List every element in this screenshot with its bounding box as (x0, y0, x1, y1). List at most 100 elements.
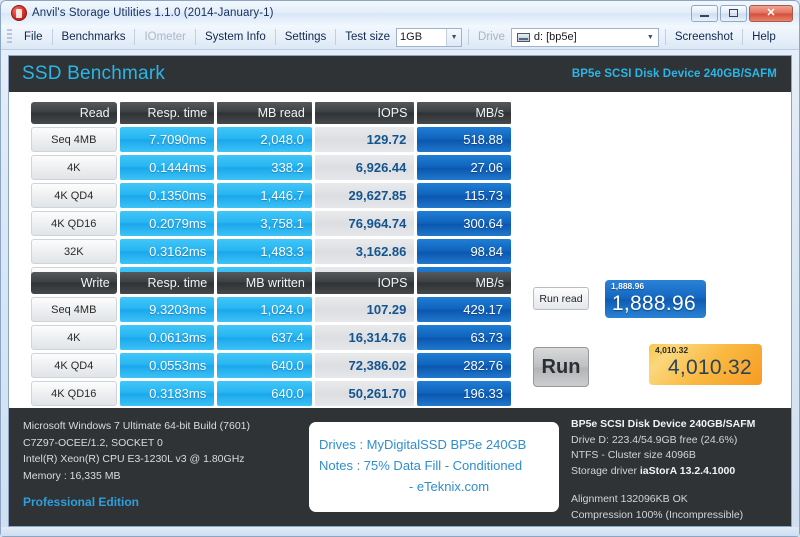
minimize-icon (700, 15, 709, 17)
menu-help[interactable]: Help (743, 28, 785, 46)
drive-fs-line: NTFS - Cluster size 4096B (571, 449, 696, 461)
drive-label: Drive (478, 31, 505, 43)
title-bar: Anvil's Storage Utilities 1.1.0 (2014-Ja… (1, 1, 799, 25)
row-label: 4K QD16 (31, 381, 117, 406)
close-icon: ✕ (766, 6, 776, 19)
table-row: Seq 4MB 9.3203ms 1,024.0 107.29 429.17 (31, 297, 511, 322)
cell-iops: 3,162.86 (314, 239, 415, 264)
status-bar (1, 527, 799, 536)
cell-iops: 72,386.02 (314, 353, 415, 378)
table-row: 4K 0.1444ms 338.2 6,926.44 27.06 (31, 155, 511, 180)
test-size-value: 1GB (400, 31, 423, 43)
table-row: 4K QD16 0.3183ms 640.0 50,261.70 196.33 (31, 381, 511, 406)
notes-card[interactable]: Drives : MyDigitalSSD BP5e 240GB Notes :… (309, 422, 559, 512)
driver-value: iaStorA 13.2.4.1000 (639, 464, 736, 477)
driver-label: Storage driver (571, 464, 637, 477)
run-button[interactable]: Run (533, 347, 589, 387)
test-size-label: Test size (345, 31, 391, 43)
drive-select[interactable]: d: [bp5e] ▼ (510, 27, 659, 47)
benchmark-banner: SSD Benchmark BP5e SCSI Disk Device 240G… (9, 56, 791, 92)
menu-system-info[interactable]: System Info (196, 28, 275, 46)
drive-free-line: Drive D: 223.4/54.9GB free (24.6%) (571, 433, 738, 446)
menu-iometer: IOmeter (144, 31, 186, 43)
memory-line: Memory : 16,335 MB (23, 469, 121, 482)
table-row: 4K QD4 0.0553ms 640.0 72,386.02 282.76 (31, 353, 511, 378)
cell-resp-time: 0.2079ms (119, 211, 215, 236)
toolbar-grip[interactable] (7, 29, 12, 45)
col-header-write: Write (31, 272, 117, 294)
menu-file[interactable]: File (15, 28, 52, 46)
cell-mbs: 115.73 (417, 183, 511, 208)
minimize-button[interactable] (691, 4, 718, 22)
row-label: Seq 4MB (31, 297, 117, 322)
menu-settings[interactable]: Settings (276, 28, 336, 46)
run-read-button[interactable]: Run read (533, 287, 589, 310)
cell-resp-time: 0.3162ms (119, 239, 215, 264)
row-label: Seq 4MB (31, 127, 117, 152)
maximize-icon (729, 9, 738, 17)
cell-mbs: 518.88 (417, 127, 511, 152)
notes-source-line: - eTeknix.com (408, 479, 490, 494)
table-header-row: Read Resp. time MB read IOPS MB/s (31, 102, 511, 124)
notes-drives-line: Drives : MyDigitalSSD BP5e 240GB (319, 437, 527, 452)
cell-mb-written: 640.0 (217, 381, 312, 406)
cell-iops: 129.72 (314, 127, 415, 152)
window-title: Anvil's Storage Utilities 1.1.0 (2014-Ja… (32, 7, 274, 19)
col-header-mbs: MB/s (417, 272, 511, 294)
drive-info-block: BP5e SCSI Disk Device 240GB/SAFM Drive D… (559, 408, 791, 526)
read-score-small: 1,888.96 (611, 281, 645, 291)
total-score-badge: 4,010.32 4,010.32 (649, 344, 762, 385)
table-header-row: Write Resp. time MB written IOPS MB/s (31, 272, 511, 294)
notes-notes-line: Notes : 75% Data Fill - Conditioned (319, 458, 523, 473)
drive-driver-line: Storage driver iaStorA 13.2.4.1000 (571, 464, 791, 480)
board-line: C7Z97-OCEE/1.2, SOCKET 0 (23, 436, 163, 449)
cell-resp-time: 7.7090ms (119, 127, 215, 152)
row-label: 4K (31, 325, 117, 350)
total-score-value: 4,010.32 (667, 356, 752, 379)
cell-mb-written: 640.0 (217, 353, 312, 378)
cell-iops: 107.29 (314, 297, 415, 322)
col-header-iops: IOPS (314, 102, 415, 124)
footer-info-panel: Microsoft Windows 7 Ultimate 64-bit Buil… (9, 406, 791, 526)
menu-benchmarks[interactable]: Benchmarks (53, 28, 135, 46)
edition-label: Professional Edition (23, 495, 140, 509)
close-button[interactable]: ✕ (749, 4, 793, 22)
col-header-mb-written: MB written (217, 272, 312, 294)
write-results-table: Write Resp. time MB written IOPS MB/s Se… (31, 272, 511, 409)
test-size-select[interactable]: 1GB ▼ (396, 27, 463, 47)
drive-device-line: BP5e SCSI Disk Device 240GB/SAFM (571, 418, 756, 430)
cell-mbs: 98.84 (417, 239, 511, 264)
col-header-mb-read: MB read (217, 102, 312, 124)
os-line: Microsoft Windows 7 Ultimate 64-bit Buil… (23, 420, 251, 432)
cell-resp-time: 0.0613ms (119, 325, 215, 350)
row-label: 4K QD4 (31, 353, 117, 378)
menu-screenshot[interactable]: Screenshot (666, 28, 742, 46)
col-header-resp-time: Resp. time (119, 102, 215, 124)
cell-mb-written: 1,024.0 (217, 297, 312, 322)
cell-mbs: 300.64 (417, 211, 511, 236)
system-info-block: Microsoft Windows 7 Ultimate 64-bit Buil… (9, 408, 309, 526)
cell-resp-time: 0.1444ms (119, 155, 215, 180)
table-row: 32K 0.3162ms 1,483.3 3,162.86 98.84 (31, 239, 511, 264)
chevron-down-icon: ▼ (646, 33, 654, 41)
cell-resp-time: 0.0553ms (119, 353, 215, 378)
window-controls: ✕ (691, 4, 795, 22)
read-score-value: 1,888.96 (611, 292, 696, 315)
chevron-down-icon: ▼ (446, 28, 462, 46)
drive-icon (516, 32, 530, 42)
read-score-badge: 1,888.96 1,888.96 (605, 280, 706, 318)
maximize-button[interactable] (720, 4, 747, 22)
row-label: 4K (31, 155, 117, 180)
table-row: 4K QD16 0.2079ms 3,758.1 76,964.74 300.6… (31, 211, 511, 236)
cell-mb-read: 1,483.3 (217, 239, 312, 264)
table-row: 4K QD4 0.1350ms 1,446.7 29,627.85 115.73 (31, 183, 511, 208)
col-header-resp-time: Resp. time (119, 272, 215, 294)
banner-device-label: BP5e SCSI Disk Device 240GB/SAFM (571, 68, 777, 80)
col-header-iops: IOPS (314, 272, 415, 294)
table-row: Seq 4MB 7.7090ms 2,048.0 129.72 518.88 (31, 127, 511, 152)
anvil-icon (11, 5, 27, 21)
cell-mbs: 282.76 (417, 353, 511, 378)
cell-mbs: 429.17 (417, 297, 511, 322)
drive-compression-line: Compression 100% (Incompressible) (571, 508, 744, 521)
cell-mb-written: 637.4 (217, 325, 312, 350)
